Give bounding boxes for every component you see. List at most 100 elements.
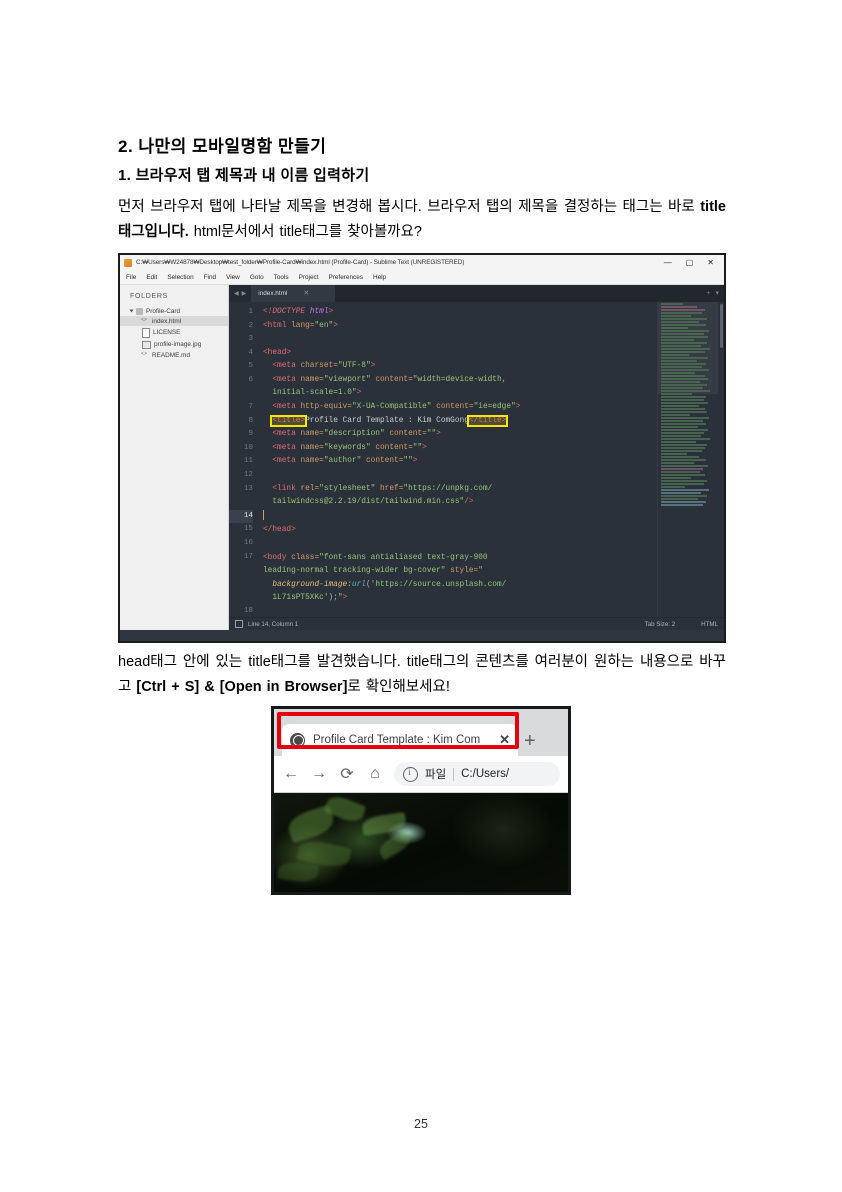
instruction-paragraph-wrap: head태그 안에 있는 title태그를 발견했습니다. title태그의 콘… (118, 650, 726, 700)
menu-item-project[interactable]: Project (299, 274, 319, 281)
sidebar-file-label: profile-image.jpg (154, 341, 202, 348)
section-subtitle: 1. 브라우저 탭 제목과 내 이름 입력하기 (118, 167, 370, 185)
instruction-shortcut-emphasis: [Ctrl + S] & [Open in Browser] (136, 678, 348, 695)
page-number: 25 (414, 1117, 428, 1131)
code-token: content= (361, 457, 404, 466)
code-token: /> (464, 498, 474, 507)
sublime-window-title: C:₩Users₩W24878₩Desktop₩test_folder₩Prof… (136, 259, 465, 266)
code-token: "description" (323, 430, 385, 439)
instruction-paragraph-part3: 로 확인해보세요! (347, 678, 450, 695)
code-token: <!DOCTYPE (263, 307, 306, 316)
code-token: "en" (314, 321, 334, 330)
tab-prev-icon[interactable]: ◀ (234, 290, 239, 297)
code-token: charset= (295, 362, 338, 371)
code-token: url (351, 580, 366, 589)
code-token: href= (375, 484, 404, 493)
menu-item-help[interactable]: Help (373, 274, 386, 281)
code-token: content= (370, 375, 413, 384)
new-tab-icon[interactable]: + (706, 290, 710, 297)
code-token: content= (431, 403, 474, 412)
intro-paragraph: 먼저 브라우저 탭에 나타날 제목을 변경해 봅시다. 브라우저 탭의 제목을 … (118, 195, 726, 245)
line-number: 10 (243, 443, 253, 452)
syntax-label[interactable]: HTML (701, 621, 718, 628)
code-token: name= (295, 375, 324, 384)
line-number: 4 (248, 348, 253, 357)
code-token: > (342, 594, 348, 603)
reload-icon[interactable]: ⟳ (338, 764, 356, 784)
maximize-icon[interactable]: ▢ (686, 258, 694, 267)
tab-list-dropdown-icon[interactable]: ▾ (715, 289, 719, 297)
menu-item-tools[interactable]: Tools (274, 274, 289, 281)
info-icon[interactable] (403, 766, 418, 782)
title-close-tag-highlight: </title> (466, 414, 509, 427)
code-token: > (412, 457, 418, 466)
menu-item-find[interactable]: Find (204, 274, 216, 281)
browser-screenshot: Profile Card Template : Kim Com ✕ + ← → … (271, 706, 571, 895)
line-number: 1 (248, 307, 253, 316)
menu-item-edit[interactable]: Edit (146, 274, 157, 281)
line-number-current: 14 (229, 509, 253, 524)
code-minimap[interactable] (657, 301, 724, 618)
menu-item-selection[interactable]: Selection (167, 274, 193, 281)
tab-next-icon[interactable]: ▶ (242, 290, 247, 297)
code-token: name= (295, 443, 324, 452)
code-token: > (422, 443, 427, 452)
sublime-status-bar: Line 14, Column 1 Tab Size: 2 HTML (229, 617, 724, 630)
line-number: 9 (248, 430, 253, 439)
code-token: background-image: (272, 580, 352, 589)
tab-close-icon[interactable]: ✕ (303, 289, 309, 297)
line-number: 17 (243, 552, 253, 561)
code-content[interactable]: <!DOCTYPE html> <html lang="en"> <head> … (257, 302, 657, 617)
menu-item-goto[interactable]: Goto (250, 274, 264, 281)
code-token: > (515, 403, 521, 412)
code-token: > (356, 389, 362, 398)
sublime-app-icon (124, 258, 132, 267)
sidebar-file-readme[interactable]: README.md (120, 350, 228, 360)
menu-item-file[interactable]: File (126, 274, 136, 281)
tab-size-label[interactable]: Tab Size: 2 (645, 621, 676, 628)
sidebar-file-license[interactable]: LICENSE (120, 326, 228, 339)
browser-tab[interactable]: Profile Card Template : Kim Com ✕ (282, 724, 518, 756)
code-token: > (436, 430, 441, 439)
code-token: leading-normal tracking-wider bg-cover" (263, 567, 446, 576)
sidebar-file-profile-image[interactable]: profile-image.jpg (120, 339, 228, 350)
code-token: content= (384, 430, 427, 439)
cursor-position-label: Line 14, Column 1 (248, 620, 299, 628)
code-token: rel= (295, 484, 320, 493)
menu-item-view[interactable]: View (226, 274, 240, 281)
title-open-tag-highlight: <title> (270, 414, 308, 427)
sublime-text-screenshot: C:₩Users₩W24878₩Desktop₩test_folder₩Prof… (118, 253, 726, 643)
tab-bar-right-controls: + ▾ (701, 285, 724, 302)
code-token: name= (295, 457, 324, 466)
tab-bar-empty-space (335, 285, 702, 302)
code-token: "stylesheet" (319, 484, 376, 493)
home-icon[interactable]: ⌂ (366, 765, 384, 783)
code-file-icon (141, 351, 149, 359)
address-bar[interactable]: 파일 C:/Users/ (394, 762, 560, 786)
minimap-scrollbar[interactable] (720, 303, 723, 348)
code-token: <head> (263, 348, 292, 357)
tab-close-icon[interactable]: ✕ (499, 732, 510, 748)
code-token: " (478, 567, 483, 576)
close-icon[interactable]: ✕ (707, 258, 714, 267)
back-icon[interactable]: ← (282, 765, 300, 783)
sidebar-file-label: LICENSE (153, 329, 181, 336)
code-token: tailwindcss@2.2.19/dist/tailwind.min.css… (272, 498, 465, 507)
tab-nav-arrows[interactable]: ◀ ▶ (229, 285, 251, 302)
new-tab-icon[interactable]: + (524, 731, 536, 756)
menu-item-preferences[interactable]: Preferences (328, 274, 362, 281)
sidebar-folder-root[interactable]: Profile-Card (120, 306, 228, 316)
browser-tab-title: Profile Card Template : Kim Com (313, 734, 481, 746)
code-token: "" (426, 430, 437, 439)
sublime-title-bar: C:₩Users₩W24878₩Desktop₩test_folder₩Prof… (120, 255, 724, 270)
sublime-code-area[interactable]: 1 2 3 4 5 6 7 8 9 10 11 12 13 14 15 16 1… (229, 301, 724, 618)
sidebar-file-index-html[interactable]: index.html (120, 316, 228, 326)
line-number: 16 (243, 539, 253, 548)
code-token: <meta (272, 362, 296, 371)
editor-tab-index-html[interactable]: index.html ✕ (251, 285, 336, 302)
line-number: 7 (248, 403, 253, 412)
minimize-icon[interactable]: — (664, 258, 672, 267)
forward-icon[interactable]: → (310, 765, 328, 783)
globe-favicon-icon (290, 732, 305, 748)
sublime-sidebar: FOLDERS Profile-Card index.html LICENSE … (120, 285, 229, 630)
